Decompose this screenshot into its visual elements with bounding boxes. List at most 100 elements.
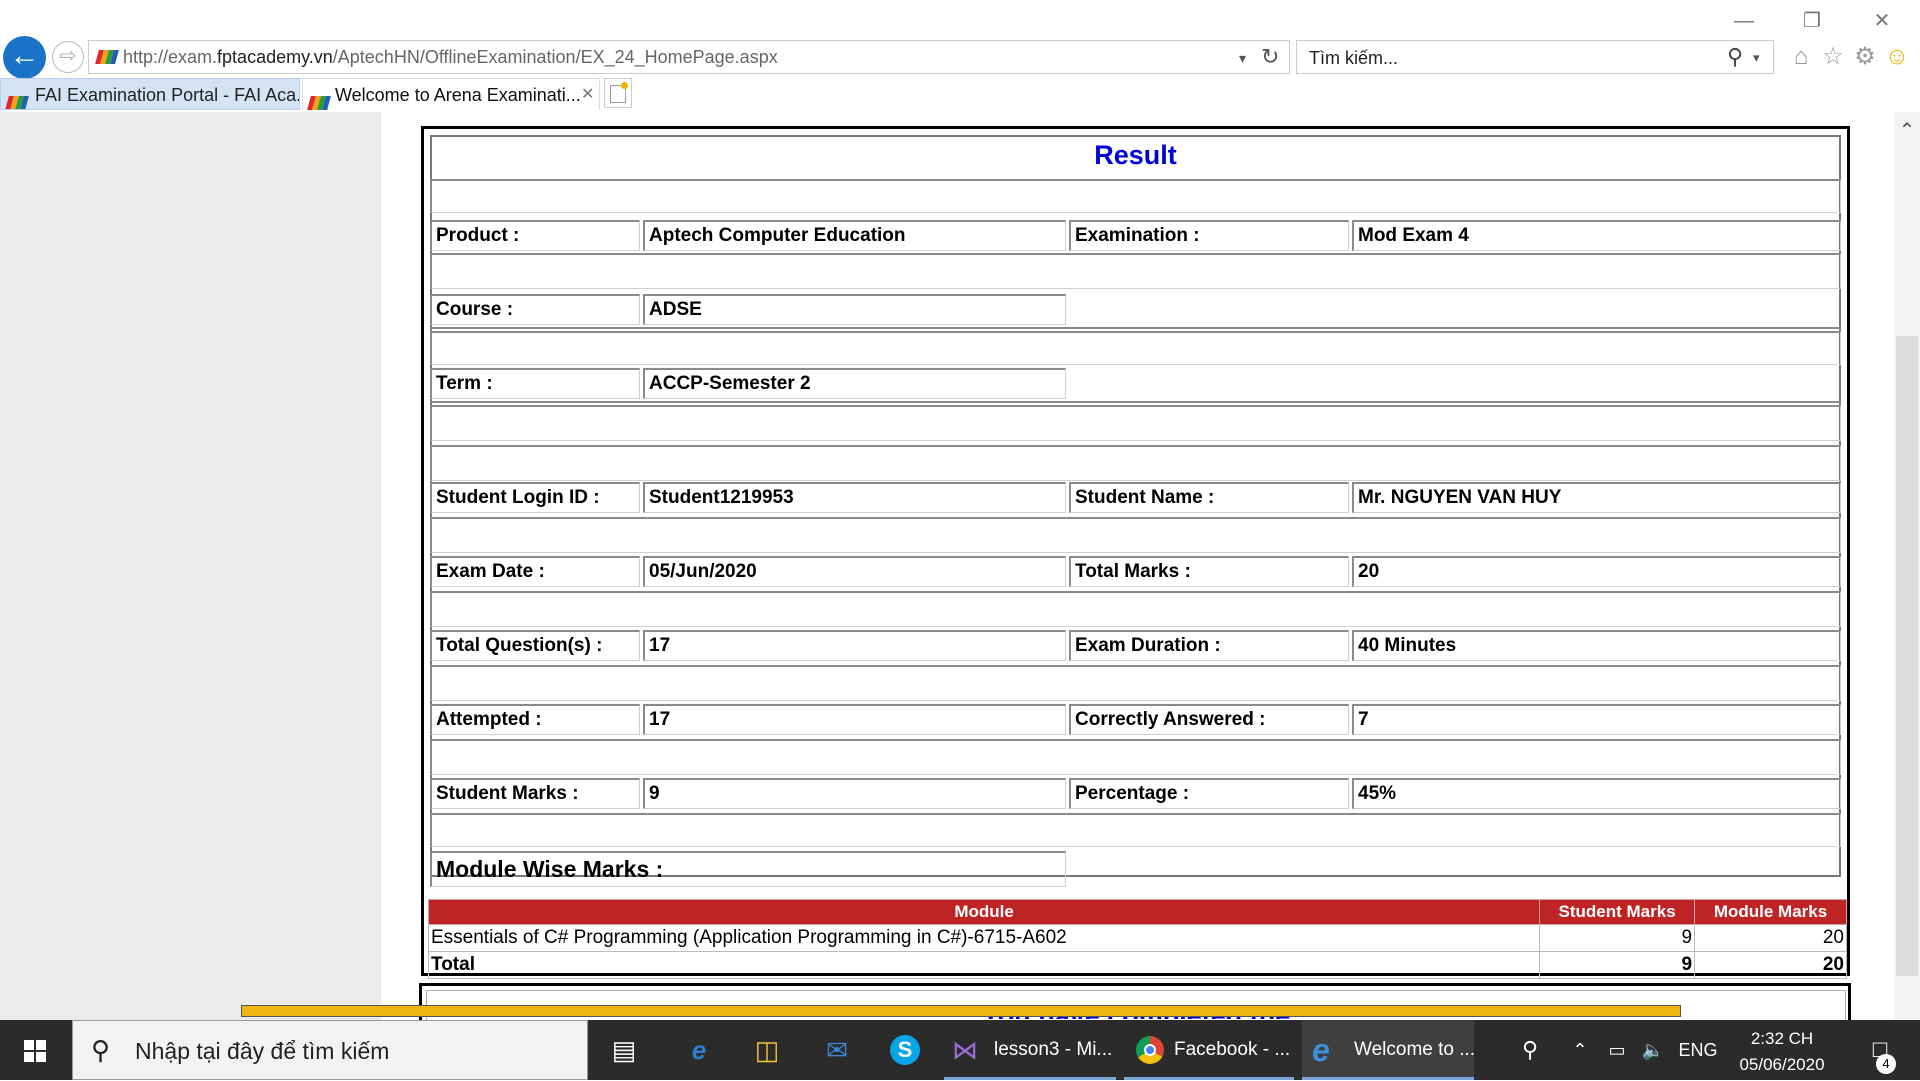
exam-duration-label: Exam Duration : [1069, 630, 1349, 661]
module-marks-table: Module Student Marks Module Marks Essent… [427, 899, 1847, 979]
exam-date-label: Exam Date : [430, 556, 640, 587]
taskbar-app-internet-explorer[interactable]: e Welcome to ... [1302, 1020, 1474, 1080]
tab-favicon-icon [5, 88, 29, 109]
tab-close-icon[interactable]: ✕ [581, 79, 594, 110]
spacer-row [430, 405, 1841, 441]
home-icon[interactable]: ⌂ [1786, 42, 1816, 72]
forward-button[interactable]: ⇨ [52, 41, 84, 73]
edge-browser-icon[interactable]: e [670, 1020, 728, 1080]
progress-bar [241, 1005, 1681, 1017]
spacer-row [430, 331, 1841, 365]
examination-label: Examination : [1069, 220, 1349, 251]
spacer-row [430, 665, 1841, 701]
table-header-row: Module Student Marks Module Marks [427, 899, 1847, 925]
taskbar-app-label: lesson3 - Mi... [994, 1039, 1113, 1060]
attempted-label: Attempted : [430, 704, 640, 735]
clock-date: 05/06/2020 [1739, 1055, 1825, 1074]
term-label: Term : [430, 368, 640, 399]
student-name-label: Student Name : [1069, 482, 1349, 513]
spacer-row [430, 445, 1841, 481]
correctly-answered-label: Correctly Answered : [1069, 704, 1349, 735]
address-dropdown-icon[interactable]: ▾ [1239, 43, 1246, 73]
total-questions-value: 17 [643, 630, 1066, 661]
browser-search-bar[interactable]: ⚲ ▾ [1296, 40, 1774, 75]
student-name-value: Mr. NGUYEN VAN HUY [1352, 482, 1841, 513]
exam-duration-value: 40 Minutes [1352, 630, 1841, 661]
taskbar-app-label: Facebook - ... [1174, 1039, 1291, 1060]
chrome-icon-center [1144, 1044, 1156, 1056]
spacer-row [430, 739, 1841, 775]
task-view-icon[interactable]: ▤ [595, 1020, 653, 1080]
start-button[interactable] [0, 1020, 72, 1080]
total-module-marks-cell: 20 [1694, 951, 1847, 979]
windows-taskbar: ⚲ ▤ e ◫ ✉ S ⋈ lesson3 - Mi... Facebook -… [0, 1020, 1920, 1081]
student-marks-label: Student Marks : [430, 778, 640, 809]
file-explorer-icon[interactable]: ◫ [738, 1020, 796, 1080]
visual-studio-icon: ⋈ [952, 1035, 978, 1065]
result-title: Result [1094, 140, 1177, 170]
correctly-answered-value: 7 [1352, 704, 1841, 735]
new-tab-button[interactable] [604, 78, 632, 108]
taskbar-search-input[interactable] [133, 1021, 577, 1081]
percentage-value: 45% [1352, 778, 1841, 809]
show-hidden-icons-chevron-icon[interactable]: ⌃ [1566, 1020, 1594, 1080]
minimize-button[interactable]: — [1724, 6, 1764, 36]
exam-date-value: 05/Jun/2020 [643, 556, 1066, 587]
search-dropdown-icon[interactable]: ▾ [1753, 43, 1760, 73]
total-student-marks-cell: 9 [1539, 951, 1696, 979]
taskbar-app-chrome[interactable]: Facebook - ... [1124, 1020, 1294, 1080]
restore-button[interactable]: ❐ [1792, 6, 1832, 36]
back-button[interactable]: ← [3, 36, 46, 79]
url-text[interactable]: http://exam.fptacademy.vn/AptechHN/Offli… [123, 41, 778, 73]
favorites-star-icon[interactable]: ☆ [1818, 42, 1848, 72]
student-marks-cell: 9 [1539, 924, 1696, 952]
column-header-module-marks: Module Marks [1694, 899, 1847, 925]
scroll-up-arrow-icon[interactable]: ⌃ [1894, 118, 1920, 144]
people-icon[interactable]: ⚲ [1512, 1020, 1548, 1080]
divider [430, 327, 1841, 330]
settings-gear-icon[interactable]: ⚙ [1850, 42, 1880, 72]
system-clock[interactable]: 2:32 CH 05/06/2020 [1718, 1026, 1846, 1078]
feedback-smiley-icon[interactable]: ☺ [1882, 42, 1912, 72]
tab-fai-examination-portal[interactable]: FAI Examination Portal - FAI Aca... [0, 78, 300, 110]
arrow-left-icon: ← [9, 39, 40, 72]
table-total-row: Total 9 20 [427, 951, 1847, 979]
url-prefix: http://exam. [123, 47, 218, 67]
student-marks-value: 9 [643, 778, 1066, 809]
taskbar-app-visual-studio[interactable]: ⋈ lesson3 - Mi... [944, 1020, 1116, 1080]
product-value: Aptech Computer Education [643, 220, 1066, 251]
total-marks-value: 20 [1352, 556, 1841, 587]
attempted-value: 17 [643, 704, 1066, 735]
internet-explorer-icon: e [1312, 1032, 1330, 1068]
address-bar[interactable]: http://exam.fptacademy.vn/AptechHN/Offli… [88, 40, 1290, 74]
mail-icon[interactable]: ✉ [808, 1020, 866, 1080]
tab-welcome-arena[interactable]: Welcome to Arena Examinati... ✕ [302, 78, 600, 110]
module-marks-cell: 20 [1694, 924, 1847, 952]
tab-favicon-icon [307, 88, 331, 110]
arrow-right-icon: ⇨ [59, 45, 77, 67]
browser-search-input[interactable] [1307, 41, 1691, 75]
taskbar-search-box[interactable]: ⚲ [72, 1020, 588, 1081]
refresh-icon[interactable]: ↻ [1261, 41, 1279, 73]
total-label-cell: Total [427, 951, 1541, 979]
close-window-button[interactable]: ✕ [1862, 6, 1902, 36]
scrollbar-thumb[interactable] [1896, 336, 1918, 976]
spacer-row [430, 517, 1841, 553]
percentage-label: Percentage : [1069, 778, 1349, 809]
spacer-row [430, 591, 1841, 627]
search-icon[interactable]: ⚲ [1727, 41, 1743, 73]
skype-icon[interactable]: S [876, 1020, 934, 1080]
battery-icon[interactable]: ▭ [1602, 1020, 1632, 1080]
spacer-row [430, 253, 1841, 289]
language-indicator[interactable]: ENG [1676, 1020, 1720, 1080]
url-domain: fptacademy.vn [217, 47, 333, 67]
volume-icon[interactable]: 🔈 [1638, 1020, 1668, 1080]
taskbar-app-label: Welcome to ... [1354, 1039, 1474, 1060]
examination-value: Mod Exam 4 [1352, 220, 1841, 251]
tab-strip: FAI Examination Portal - FAI Aca... Welc… [0, 78, 1920, 112]
search-icon: ⚲ [91, 1035, 111, 1065]
student-login-id-label: Student Login ID : [430, 482, 640, 513]
product-label: Product : [430, 220, 640, 251]
student-login-id-value: Student1219953 [643, 482, 1066, 513]
tab-label: FAI Examination Portal - FAI Aca... [35, 85, 300, 105]
